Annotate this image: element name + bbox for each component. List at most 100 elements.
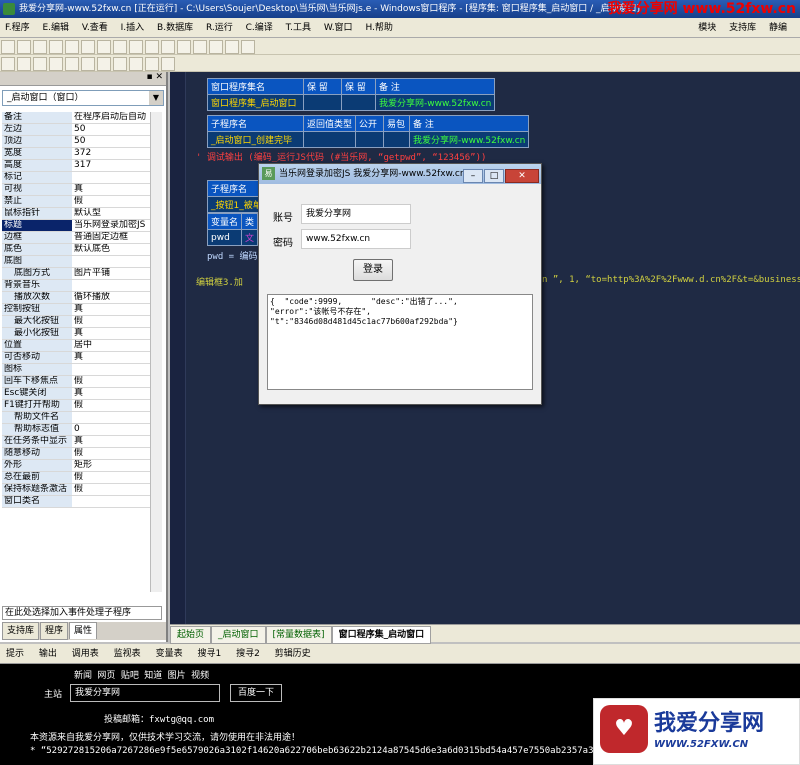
property-value[interactable]: 在程序启动后自动 [72,112,152,125]
property-row[interactable]: 在任务条中显示真 [2,435,152,449]
step-over-icon[interactable] [209,40,223,54]
property-value[interactable]: 矩形 [72,459,152,473]
property-value[interactable]: 默认型 [72,207,152,221]
undo-icon[interactable] [97,40,111,54]
table-cell[interactable]: 窗口程序集_启动窗口 [207,94,304,111]
property-row[interactable]: 背景音乐 [2,279,152,293]
property-row[interactable]: 外形 矩形 [2,459,152,473]
minimize-icon[interactable]: – [463,169,483,183]
table-cell[interactable]: 文 [241,229,259,246]
run-icon[interactable] [161,40,175,54]
menu-window[interactable]: W.窗口 [319,18,358,38]
same-size-icon[interactable] [129,57,143,71]
property-row[interactable]: 边框 普通固定边框 [2,231,152,245]
property-row[interactable]: 回车下移焦点假 [2,375,152,389]
breakpoint-icon[interactable] [225,40,239,54]
property-row[interactable]: 标题 当乐网登录加密JS [2,219,152,233]
same-height-icon[interactable] [113,57,127,71]
same-width-icon[interactable] [97,57,111,71]
property-value[interactable]: 真 [72,327,152,341]
property-value[interactable]: 0 [72,423,152,437]
table-cell[interactable] [303,94,342,111]
table-cell[interactable] [383,131,411,148]
redo-icon[interactable] [113,40,127,54]
property-value[interactable]: 真 [72,303,152,317]
property-value[interactable]: 当乐网登录加密JS [72,219,152,233]
table-cell[interactable] [302,131,357,148]
window-icon[interactable] [145,40,159,54]
code-line[interactable]: ' 调试输出 (编码_运行JS代码 (#当乐网, “getpwd”, “1234… [196,150,486,163]
watch-icon[interactable] [241,40,255,54]
new-icon[interactable] [1,40,15,54]
property-row[interactable]: 帮助文件名 [2,411,152,425]
property-value[interactable]: 假 [72,447,152,461]
property-row[interactable]: 底色 默认底色 [2,243,152,257]
property-row[interactable]: 控制按钮真 [2,303,152,317]
code-line-tail[interactable]: n ”, 1, “to=http%3A%2F%2Fwww.d.cn%2F&t=&… [542,275,800,285]
table-cell[interactable] [341,94,376,111]
console-search-input[interactable]: 我爱分享网 [70,684,220,702]
find-icon[interactable] [129,40,143,54]
align-right-icon[interactable] [17,57,31,71]
property-row[interactable]: 图标 [2,363,152,377]
tab-search1[interactable]: 搜寻1 [191,644,227,664]
property-value[interactable]: 317 [72,159,152,173]
object-selector[interactable]: _启动窗口（窗口） ▼ [2,90,164,106]
login-button[interactable]: 登录 [353,259,393,281]
property-row[interactable]: 总在最前假 [2,471,152,485]
property-value[interactable]: 图片平铺 [72,267,152,281]
property-value[interactable]: 真 [72,183,152,197]
menu-support-lib[interactable]: 支持库 [724,18,761,38]
property-value[interactable] [72,495,152,509]
menu-help[interactable]: H.帮助 [360,18,397,38]
property-row[interactable]: 禁止假 [2,195,152,209]
close-icon[interactable]: ✕ [505,169,539,183]
property-row[interactable]: 备注 在程序启动后自动 [2,112,152,125]
menu-module[interactable]: 模块 [693,18,721,38]
tab-constants[interactable]: [常量数据表] [265,626,332,644]
property-scrollbar[interactable] [150,112,162,592]
table-cell[interactable]: 我爱分享网-www.52fxw.cn [409,131,530,148]
chevron-down-icon[interactable]: ▼ [149,91,163,105]
property-value[interactable]: 循环播放 [72,291,152,305]
paste-icon[interactable] [81,40,95,54]
account-input[interactable]: 我爱分享网 [301,204,411,224]
property-row[interactable]: 可视真 [2,183,152,197]
property-row[interactable]: Esc键关闭真 [2,387,152,401]
menu-program[interactable]: F.程序 [0,18,35,38]
spacing-h-icon[interactable] [145,57,159,71]
property-row[interactable]: 底图 [2,255,152,269]
menu-static[interactable]: 静编 [764,18,792,38]
password-input[interactable]: www.52fxw.cn [301,229,411,249]
maximize-icon[interactable]: □ [484,169,504,183]
cut-icon[interactable] [49,40,63,54]
tab-hint[interactable]: 提示 [0,644,30,664]
tab-output[interactable]: 输出 [33,644,63,664]
spacing-v-icon[interactable] [161,57,175,71]
center-v-icon[interactable] [81,57,95,71]
property-row[interactable]: 顶边 50 [2,135,152,149]
table-cell[interactable] [355,131,385,148]
property-value[interactable] [72,363,152,377]
tab-call-table[interactable]: 调用表 [66,644,105,664]
menu-edit[interactable]: E.编辑 [37,18,74,38]
property-value[interactable]: 假 [72,375,152,389]
property-value[interactable]: 50 [72,135,152,149]
property-row[interactable]: 窗口类名 [2,495,152,509]
align-bottom-icon[interactable] [49,57,63,71]
close-icon[interactable]: ▪ ✕ [146,72,163,82]
table-cell[interactable]: _按钮1_被单 [207,196,266,213]
property-value[interactable] [72,411,152,425]
console-search-button[interactable]: 百度一下 [230,684,282,702]
property-row[interactable]: 鼠标指针 默认型 [2,207,152,221]
property-row[interactable]: 随意移动假 [2,447,152,461]
property-value[interactable]: 50 [72,123,152,137]
property-value[interactable]: 居中 [72,339,152,353]
property-row[interactable]: 可否移动真 [2,351,152,365]
property-value[interactable] [72,171,152,185]
table-cell[interactable]: _启动窗口_创建完毕 [207,131,304,148]
tab-watch[interactable]: 监视表 [108,644,147,664]
property-value[interactable]: 真 [72,351,152,365]
property-row[interactable]: 宽度 372 [2,147,152,161]
tab-properties[interactable]: 属性 [69,622,98,639]
